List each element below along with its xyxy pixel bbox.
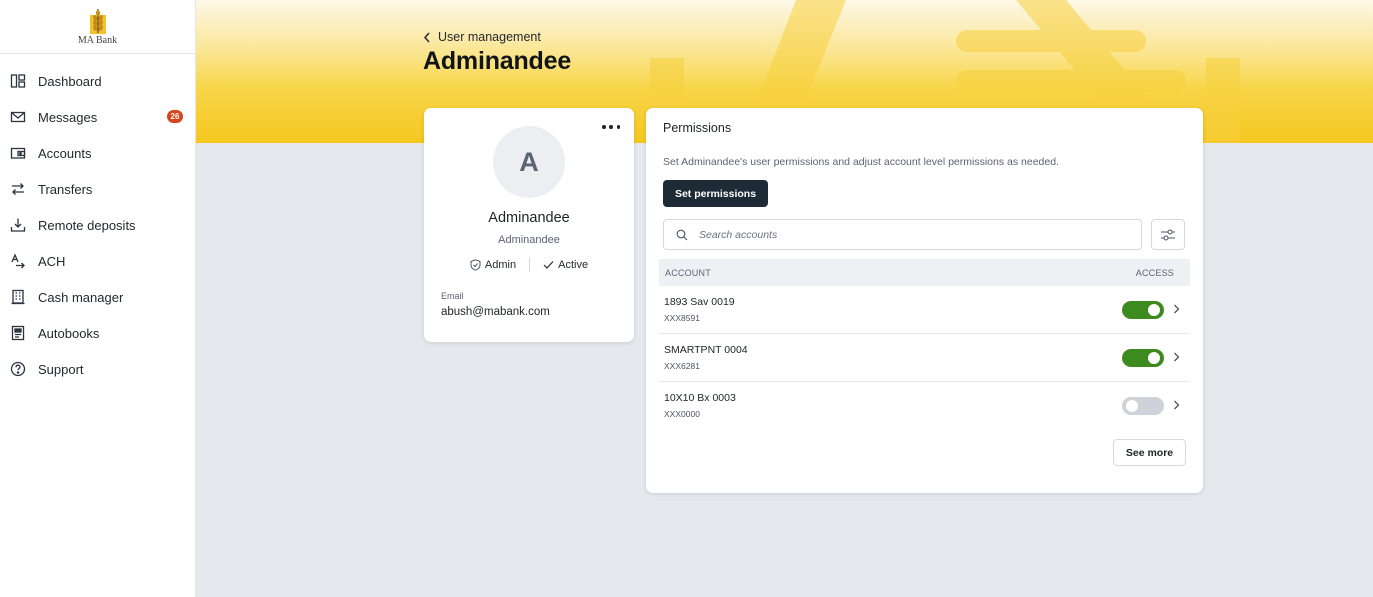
- set-permissions-button[interactable]: Set permissions: [663, 180, 768, 207]
- more-options-button[interactable]: [602, 121, 620, 133]
- search-box: [663, 219, 1142, 250]
- status-chip: Active: [543, 259, 588, 271]
- search-icon: [676, 229, 688, 240]
- sidebar-item-label: Cash manager: [38, 289, 124, 305]
- dot-icon: [616, 125, 620, 129]
- role-chip: Admin: [470, 259, 516, 271]
- sidebar: MA Bank Dashboard Messages 26 Accounts T…: [0, 0, 196, 597]
- column-header-access: ACCESS: [1135, 267, 1174, 278]
- account-number: XXX8591: [664, 313, 700, 323]
- access-toggle[interactable]: [1122, 397, 1164, 415]
- sidebar-item-transfers[interactable]: Transfers: [0, 171, 195, 207]
- table-row: SMARTPNT 0004 XXX6281: [659, 334, 1190, 382]
- account-name: SMARTPNT 0004: [664, 344, 748, 356]
- table-row: 1893 Sav 0019 XXX8591: [659, 286, 1190, 334]
- sidebar-item-remote-deposits[interactable]: Remote deposits: [0, 207, 195, 243]
- toggle-knob: [1148, 352, 1160, 364]
- profile-name: Adminandee: [488, 210, 570, 226]
- toggle-knob: [1148, 304, 1160, 316]
- sidebar-item-label: Dashboard: [38, 73, 102, 89]
- dashboard-icon: [9, 72, 27, 90]
- email-label: Email: [441, 291, 464, 301]
- sidebar-item-autobooks[interactable]: Autobooks: [0, 315, 195, 351]
- question-circle-icon: [9, 360, 27, 378]
- book-icon: [9, 324, 27, 342]
- chevron-right-icon[interactable]: [1173, 352, 1180, 362]
- ach-icon: [9, 252, 27, 270]
- account-number: XXX6281: [664, 361, 700, 371]
- account-name: 1893 Sav 0019: [664, 296, 735, 308]
- sidebar-item-label: Messages: [38, 109, 98, 125]
- user-profile-card: A Adminandee Adminandee Admin Active Ema…: [424, 108, 634, 342]
- checkmark-icon: [543, 261, 554, 269]
- sidebar-item-cash-manager[interactable]: Cash manager: [0, 279, 195, 315]
- account-number: XXX0000: [664, 409, 700, 419]
- wallet-icon: [9, 144, 27, 162]
- accounts-table-header: ACCOUNT ACCESS: [659, 259, 1190, 286]
- chevron-right-icon[interactable]: [1173, 304, 1180, 314]
- transfer-arrows-icon: [9, 180, 27, 198]
- download-tray-icon: [9, 216, 27, 234]
- sidebar-item-label: Remote deposits: [38, 217, 136, 233]
- sidebar-item-accounts[interactable]: Accounts: [0, 135, 195, 171]
- brand-logo[interactable]: MA Bank: [0, 0, 195, 54]
- search-accounts-input[interactable]: [699, 228, 1119, 241]
- permissions-description: Set Adminandee's user permissions and ad…: [663, 156, 1059, 168]
- breadcrumb-label: User management: [438, 30, 541, 44]
- column-header-account: ACCOUNT: [665, 267, 711, 278]
- page-title: Adminandee: [423, 47, 572, 75]
- sidebar-item-support[interactable]: Support: [0, 351, 195, 387]
- unread-count-badge: 26: [167, 110, 183, 123]
- mail-icon: [9, 108, 27, 126]
- wheat-logo-icon: [89, 8, 106, 34]
- account-name: 10X10 Bx 0003: [664, 392, 736, 404]
- sidebar-item-dashboard[interactable]: Dashboard: [0, 63, 195, 99]
- chevron-right-icon[interactable]: [1173, 400, 1180, 410]
- see-more-button[interactable]: See more: [1113, 439, 1186, 466]
- permissions-title: Permissions: [663, 121, 732, 135]
- avatar: A: [493, 126, 565, 198]
- sidebar-item-label: Support: [38, 361, 84, 377]
- sidebar-item-messages[interactable]: Messages 26: [0, 99, 195, 135]
- role-label: Admin: [484, 259, 517, 271]
- chevron-left-icon: [423, 32, 430, 42]
- sidebar-item-label: Transfers: [38, 181, 93, 197]
- table-row: 10X10 Bx 0003 XXX0000: [659, 382, 1190, 430]
- dot-icon: [602, 125, 606, 129]
- access-toggle[interactable]: [1122, 301, 1164, 319]
- profile-username: Adminandee: [498, 234, 560, 246]
- sliders-icon: [1161, 229, 1175, 240]
- filter-button[interactable]: [1151, 219, 1185, 250]
- sidebar-item-ach[interactable]: ACH: [0, 243, 195, 279]
- breadcrumb-back-link[interactable]: User management: [423, 30, 541, 44]
- dot-icon: [609, 125, 613, 129]
- sidebar-item-label: Autobooks: [38, 325, 100, 341]
- sidebar-item-label: ACH: [38, 253, 66, 269]
- status-label: Active: [558, 259, 589, 271]
- sidebar-nav: Dashboard Messages 26 Accounts Transfers: [0, 54, 195, 387]
- chip-divider: [529, 258, 531, 272]
- profile-chips: Admin Active: [424, 258, 634, 272]
- building-icon: [9, 288, 27, 306]
- toggle-knob: [1126, 400, 1138, 412]
- shield-check-icon: [470, 259, 481, 271]
- sidebar-item-label: Accounts: [38, 145, 92, 161]
- access-toggle[interactable]: [1122, 349, 1164, 367]
- brand-name: MA Bank: [77, 34, 118, 46]
- permissions-card: Permissions Set Adminandee's user permis…: [646, 108, 1203, 493]
- email-value: abush@mabank.com: [441, 306, 550, 318]
